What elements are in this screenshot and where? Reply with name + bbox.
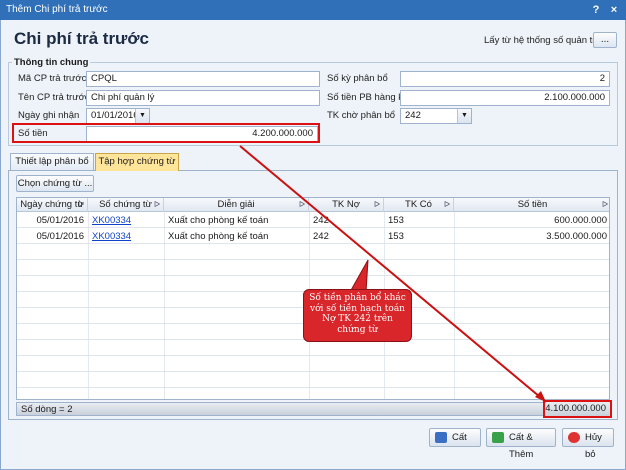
tab-voucher-collection[interactable]: Tập hợp chứng từ — [95, 153, 179, 171]
table-row[interactable]: 05/01/2016 XK00334 Xuất cho phòng kế toá… — [17, 229, 609, 244]
account-field[interactable]: 242 ▼ — [400, 108, 472, 124]
table-row-empty[interactable] — [17, 341, 609, 356]
choose-voucher-button[interactable]: Chọn chứng từ ... — [16, 175, 94, 192]
save-add-button[interactable]: Cất & Thêm — [486, 428, 556, 460]
table-row-empty[interactable] — [17, 245, 609, 260]
col-header-debit[interactable]: TK Nợ ᐅ — [309, 198, 384, 212]
col-header-credit[interactable]: TK Có ᐅ — [384, 198, 454, 212]
save-icon — [435, 432, 447, 443]
group-title: Thông tin chung — [12, 57, 91, 68]
pin-icon[interactable]: ᐅ — [374, 198, 380, 211]
window-titlebar: Thêm Chi phí trả trước ? × — [0, 0, 626, 20]
table-row[interactable]: 05/01/2016 XK00334 Xuất cho phòng kế toá… — [17, 213, 609, 228]
account-label: TK chờ phân bổ — [327, 110, 396, 121]
table-row-empty[interactable] — [17, 373, 609, 388]
date-label: Ngày ghi nhận — [18, 110, 80, 121]
col-header-desc[interactable]: Diễn giải ᐅ — [164, 198, 309, 212]
amount-highlight — [12, 123, 320, 143]
pin-icon[interactable]: ᐅ — [154, 198, 160, 211]
name-label: Tên CP trả trước — [18, 92, 90, 103]
system-params-button[interactable]: ... — [593, 32, 617, 48]
date-value: 01/01/2016 — [91, 110, 139, 121]
pin-icon[interactable]: ᐅ — [299, 198, 305, 211]
cancel-button[interactable]: Hủy bỏ — [562, 428, 614, 460]
col-header-amount[interactable]: Số tiền ᐅ — [454, 198, 609, 212]
account-dropdown-icon[interactable]: ▼ — [457, 109, 471, 123]
row-count: Số dòng = 2 — [21, 404, 73, 415]
pin-icon[interactable]: ᐅ — [78, 198, 84, 211]
pin-icon[interactable]: ᐅ — [602, 198, 608, 211]
account-value: 242 — [405, 110, 421, 121]
window-title: Thêm Chi phí trả trước — [6, 4, 108, 15]
grid-footer: Số dòng = 2 — [16, 402, 610, 416]
periods-label: Số kỳ phân bổ — [327, 73, 388, 84]
calendar-dropdown-icon[interactable]: ▼ — [135, 109, 149, 123]
name-field[interactable]: Chi phí quản lý — [86, 90, 320, 106]
page-title: Chi phí trả trước — [14, 29, 149, 48]
col-header-date[interactable]: Ngày chứng từ ᐅ — [17, 198, 88, 212]
footer-total: 4.100.000.000 — [543, 400, 612, 418]
per-period-label: Số tiền PB hàng kỳ — [327, 92, 408, 103]
pin-icon[interactable]: ᐅ — [444, 198, 450, 211]
system-params-label: Lấy từ hệ thống số quản trị — [484, 35, 598, 46]
save-add-icon — [492, 432, 504, 443]
table-row-empty[interactable] — [17, 261, 609, 276]
help-icon[interactable]: ? — [588, 2, 604, 18]
per-period-field[interactable]: 2.100.000.000 — [400, 90, 610, 106]
close-icon[interactable]: × — [606, 2, 622, 18]
cancel-icon — [568, 432, 580, 443]
grid-header: Ngày chứng từ ᐅ Số chứng từ ᐅ Diễn giải ᐅ T… — [17, 198, 609, 212]
col-header-doc[interactable]: Số chứng từ ᐅ — [88, 198, 164, 212]
save-button[interactable]: Cất — [429, 428, 481, 447]
periods-field[interactable]: 2 — [400, 71, 610, 87]
table-row-empty[interactable] — [17, 357, 609, 372]
doc-link[interactable]: XK00334 — [88, 213, 164, 228]
date-field[interactable]: 01/01/2016 ▼ — [86, 108, 150, 124]
code-label: Mã CP trả trước — [18, 73, 87, 84]
tab-allocation-setup[interactable]: Thiết lập phân bổ — [10, 153, 94, 171]
code-field[interactable]: CPQL — [86, 71, 320, 87]
doc-link[interactable]: XK00334 — [88, 229, 164, 244]
annotation-callout: Số tiền phân bổ khác với số tiền hạch to… — [303, 289, 412, 342]
